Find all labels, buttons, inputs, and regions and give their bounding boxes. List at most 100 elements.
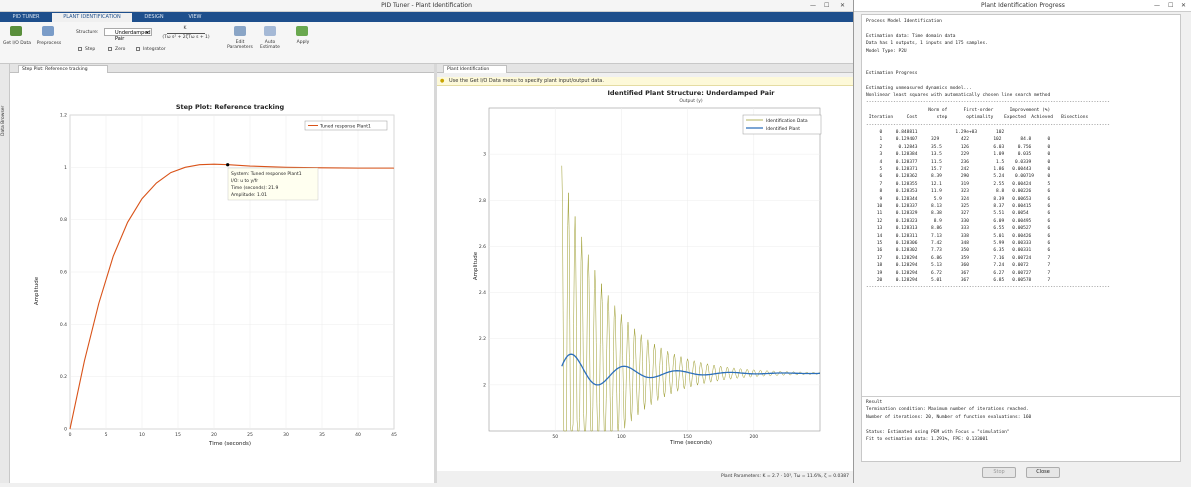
x-tick-label: 0 xyxy=(69,432,72,438)
log-line: 14 0.128311 7.13 338 5.01 0.00426 6 xyxy=(866,233,1051,239)
right-doc-tabs: Plant Identification xyxy=(437,64,853,73)
log-line: 5 0.128371 15.7 242 1.86 0.00443 0 xyxy=(866,167,1051,172)
dialog-minimize-icon[interactable]: — xyxy=(1154,2,1160,9)
identification-progress-dialog: Plant Identification Progress — ☐ ✕ Proc… xyxy=(853,0,1191,483)
apply-check-icon[interactable] xyxy=(296,26,308,36)
data-tip-line-2: I/O: u to y/fr xyxy=(231,178,258,184)
log-line: 11 0.128329 8.38 327 5.51 0.0054 6 xyxy=(866,211,1051,217)
tf-fraction-line xyxy=(167,33,205,34)
x-tick-label: 30 xyxy=(283,432,289,438)
preprocess-button[interactable]: Preprocess xyxy=(34,41,64,46)
preprocess-icon[interactable] xyxy=(42,26,54,36)
step-checkbox[interactable] xyxy=(78,47,82,51)
data-tip-line-1: System: Tuned response Plant1 xyxy=(231,171,302,177)
x-tick-label: 50 xyxy=(552,434,558,440)
tab-view[interactable]: VIEW xyxy=(178,13,212,22)
x-tick-label: 100 xyxy=(617,434,626,440)
dialog-maximize-icon[interactable]: ☐ xyxy=(1168,2,1173,9)
plant-id-legend[interactable]: Identification Data Identified Plant xyxy=(742,114,822,135)
tab-step-plot-label: Step Plot: Reference tracking xyxy=(22,67,88,72)
minimize-icon[interactable]: — xyxy=(810,2,816,9)
step-plot-panel: Step Plot: Reference tracking Time (seco… xyxy=(10,73,434,483)
result-line: Termination condition: Maximum number of… xyxy=(866,407,1029,413)
step-plot-legend[interactable]: Tuned response Plant1 xyxy=(304,120,388,131)
log-line: Estimation Progress xyxy=(866,70,918,76)
x-tick-label: 10 xyxy=(139,432,145,438)
auto-estimate-button[interactable]: Auto Estimate xyxy=(256,40,284,50)
edit-parameters-icon[interactable] xyxy=(234,26,246,36)
y-tick-label: 0.6 xyxy=(60,270,67,276)
dialog-close-icon[interactable]: ✕ xyxy=(1181,2,1186,9)
edit-parameters-button[interactable]: Edit Parameters xyxy=(226,40,254,50)
data-tip-marker[interactable] xyxy=(226,163,230,167)
y-tick-label: 2 xyxy=(483,382,486,388)
plant-id-subtitle: Output (y) xyxy=(679,98,702,104)
log-line: 13 0.128313 8.86 333 6.55 0.00527 6 xyxy=(866,226,1051,232)
data-tip[interactable]: System: Tuned response Plant1 I/O: u to … xyxy=(227,167,319,201)
tab-pid-tuner[interactable]: PID TUNER xyxy=(6,13,46,22)
log-line: ----------------------------------------… xyxy=(866,100,1110,106)
stop-button[interactable]: Stop xyxy=(982,467,1016,478)
step-label: Step xyxy=(85,47,96,52)
maximize-icon[interactable]: ☐ xyxy=(824,2,829,9)
structure-dropdown[interactable]: Underdamped Pair ▾ xyxy=(104,28,152,42)
auto-estimate-icon[interactable] xyxy=(264,26,276,36)
zero-checkbox[interactable] xyxy=(108,47,112,51)
y-tick-label: 1.2 xyxy=(60,113,67,119)
plant-id-title: Identified Plant Structure: Underdamped … xyxy=(607,89,775,97)
x-tick-label: 200 xyxy=(750,434,759,440)
tf-numerator: K xyxy=(183,26,187,31)
close-button[interactable]: Close xyxy=(1026,467,1060,478)
log-line: 7 0.128355 12.1 319 2.55 0.00424 5 xyxy=(866,181,1051,187)
main-title-bar: PID Tuner - Plant Identification — ☐ ✕ xyxy=(0,0,853,12)
result-line: Status: Estimated using PEM with Focus =… xyxy=(866,429,1010,435)
info-text: Use the Get I/O Data menu to specify pla… xyxy=(449,78,604,84)
tab-step-plot[interactable]: Step Plot: Reference tracking xyxy=(18,65,108,73)
log-line: 17 0.128294 6.86 359 7.16 0.00724 7 xyxy=(866,255,1051,261)
step-plot-chart[interactable]: Step Plot: Reference tracking Time (seco… xyxy=(10,73,434,483)
result-line: Fit to estimation data: 1.291%, FPE: 0.1… xyxy=(866,437,988,442)
tab-plant-identification-doc[interactable]: Plant Identification xyxy=(443,65,507,73)
log-line: 18 0.128294 5.13 360 7.24 0.0072 7 xyxy=(866,263,1051,269)
y-tick-label: 0 xyxy=(64,427,67,433)
log-line: Iteration Cost step optimality Expected … xyxy=(866,115,1089,121)
plant-id-chart[interactable]: Identified Plant Structure: Underdamped … xyxy=(437,86,853,471)
info-icon: ● xyxy=(440,78,445,84)
y-tick-label: 2.6 xyxy=(479,244,486,250)
data-tip-line-4: Amplitude: 1.01 xyxy=(231,192,267,198)
apply-button[interactable]: Apply xyxy=(290,40,316,45)
log-line: 9 0.128344 5.9 324 8.39 0.00653 6 xyxy=(866,196,1051,202)
window-title: PID Tuner - Plant Identification xyxy=(381,2,472,9)
x-tick-label: 40 xyxy=(355,432,361,438)
integrator-checkbox[interactable] xyxy=(136,47,140,51)
data-browser-strip[interactable]: Data Browser xyxy=(0,64,10,483)
y-tick-label: 3 xyxy=(483,152,486,158)
progress-log[interactable]: Process Model Identification Estimation d… xyxy=(861,14,1181,462)
legend-label-ident-data: Identification Data xyxy=(766,118,808,124)
plant-parameters-status: Plant Parameters: K = 2.7 · 10³, Tω = 11… xyxy=(437,471,853,483)
result-line: Number of iterations: 20, Number of func… xyxy=(866,414,1032,420)
y-tick-label: 2.8 xyxy=(479,198,486,204)
x-tick-label: 45 xyxy=(391,432,397,438)
tab-design[interactable]: DESIGN xyxy=(136,13,172,22)
step-plot-ylabel: Amplitude xyxy=(34,276,40,305)
plant-id-panel: Identified Plant Structure: Underdamped … xyxy=(437,86,853,471)
get-io-data-icon[interactable] xyxy=(10,26,22,36)
y-tick-label: 2.2 xyxy=(479,336,486,342)
tab-plant-identification[interactable]: PLANT IDENTIFICATION xyxy=(52,13,132,22)
data-tip-line-3: Time (seconds): 21.9 xyxy=(230,185,278,191)
log-line: 4 0.128377 11.5 236 1.5 0.0339 0 xyxy=(866,159,1051,165)
get-io-data-button[interactable]: Get I/O Data xyxy=(2,41,32,46)
log-line: 0 0.848811 1.29e+03 102 xyxy=(866,130,1005,135)
y-tick-label: 1 xyxy=(64,165,67,171)
log-line: Estimation data: Time domain data xyxy=(866,33,956,39)
close-icon[interactable]: ✕ xyxy=(840,2,845,9)
plant-id-axes-box xyxy=(488,107,821,432)
plant-id-xlabel: Time (seconds) xyxy=(669,440,712,446)
x-tick-label: 150 xyxy=(683,434,692,440)
structure-label: Structure: xyxy=(76,30,99,35)
log-line: ----------------------------------------… xyxy=(866,285,1110,291)
log-divider xyxy=(862,396,1180,397)
integrator-label: Integrator xyxy=(143,47,166,52)
result-line: Result xyxy=(866,400,883,405)
